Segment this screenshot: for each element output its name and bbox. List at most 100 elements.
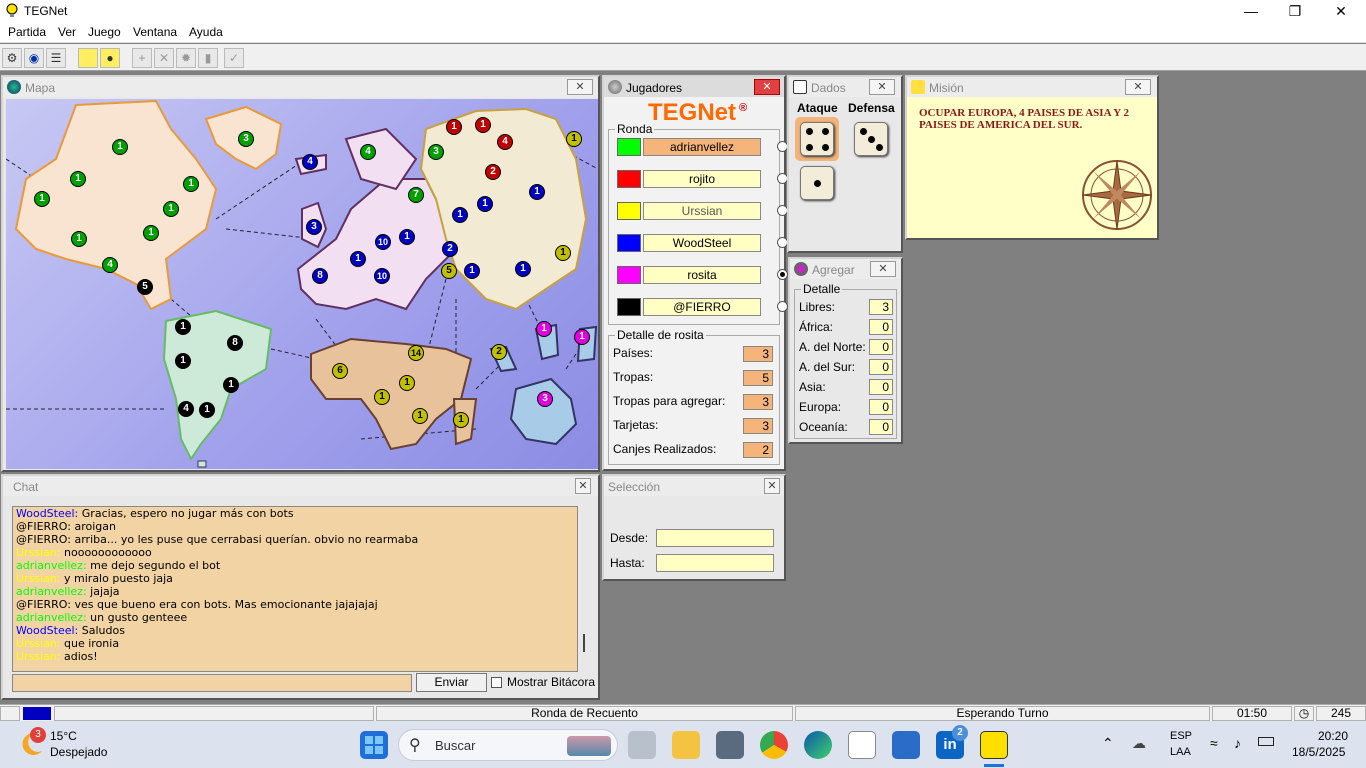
maximize-button[interactable]: ❐ <box>1272 0 1318 22</box>
add-window-titlebar[interactable]: Agregar ✕ <box>790 259 901 279</box>
connect-icon[interactable]: ⚙ <box>2 48 22 68</box>
army-marker[interactable]: 1 <box>374 389 390 405</box>
army-marker[interactable]: 10 <box>374 268 390 284</box>
army-marker[interactable]: 1 <box>143 225 159 241</box>
player-turn-radio[interactable] <box>777 301 788 312</box>
map-window-titlebar[interactable]: Mapa ✕ <box>3 77 598 97</box>
army-marker[interactable]: 1 <box>452 207 468 223</box>
chat-scrollbar[interactable] <box>583 634 585 652</box>
chrome-icon[interactable] <box>760 731 788 759</box>
map-close-button[interactable]: ✕ <box>567 79 593 95</box>
add-close-button[interactable]: ✕ <box>870 261 896 277</box>
army-marker[interactable]: 6 <box>332 363 348 379</box>
army-marker[interactable]: 4 <box>178 401 194 417</box>
menu-ayuda[interactable]: Ayuda <box>189 25 223 39</box>
show-log-checkbox[interactable] <box>491 677 502 688</box>
attack-icon[interactable]: ✕ <box>154 48 174 68</box>
card-icon[interactable] <box>78 48 98 68</box>
army-marker[interactable]: 10 <box>375 234 391 250</box>
lightbulb-icon[interactable]: ● <box>100 48 120 68</box>
army-marker[interactable]: 1 <box>515 261 531 277</box>
player-row[interactable]: Urssian <box>617 202 788 220</box>
player-turn-radio[interactable] <box>777 269 788 280</box>
linkedin-icon[interactable]: in 2 <box>936 725 968 759</box>
search-box[interactable]: ⚲ Buscar <box>398 729 618 761</box>
keyboard-layout[interactable]: LAA <box>1170 746 1191 758</box>
army-marker[interactable]: 1 <box>34 191 50 207</box>
player-row[interactable]: rojito <box>617 170 788 188</box>
army-marker[interactable]: 1 <box>71 231 87 247</box>
mission-window-titlebar[interactable]: Misión ✕ <box>907 77 1157 97</box>
army-marker[interactable]: 1 <box>477 196 493 212</box>
players-window-titlebar[interactable]: Jugadores ✕ <box>604 77 784 97</box>
task-view-icon[interactable] <box>628 731 656 759</box>
player-row[interactable]: adrianvellez <box>617 138 788 156</box>
chat-close-button[interactable]: ✕ <box>575 478 591 494</box>
menu-partida[interactable]: Partida <box>8 25 46 39</box>
army-marker[interactable]: 1 <box>453 412 469 428</box>
edge-icon[interactable] <box>804 731 832 759</box>
army-marker[interactable]: 1 <box>183 176 199 192</box>
selection-close-button[interactable]: ✕ <box>764 478 780 494</box>
army-marker[interactable]: 14 <box>408 345 424 361</box>
army-marker[interactable]: 1 <box>223 377 239 393</box>
list-icon[interactable]: ☰ <box>46 48 66 68</box>
army-marker[interactable]: 3 <box>306 219 322 235</box>
windows-start-icon[interactable] <box>360 731 388 759</box>
army-marker[interactable]: 1 <box>112 139 128 155</box>
army-marker[interactable]: 1 <box>163 201 179 217</box>
army-marker[interactable]: 1 <box>529 184 545 200</box>
army-marker[interactable]: 1 <box>199 402 215 418</box>
army-marker[interactable]: 1 <box>536 321 552 337</box>
army-marker[interactable]: 1 <box>446 119 462 135</box>
solitaire-icon[interactable] <box>848 731 876 759</box>
world-map[interactable]: 1 3 1 1 1 1 1 1 4 5 4 3 8 1 1 10 1 1 10 2 1 1 1 4 7 3 1 1 4 2 1 1 5 6 14 1 1… <box>6 99 598 469</box>
minimize-button[interactable]: — <box>1228 0 1274 22</box>
menu-juego[interactable]: Juego <box>88 25 121 39</box>
army-marker[interactable]: 8 <box>312 268 328 284</box>
send-button[interactable]: Enviar <box>416 673 487 692</box>
army-marker[interactable]: 1 <box>412 408 428 424</box>
chat-input[interactable] <box>12 674 412 692</box>
army-marker[interactable]: 5 <box>441 263 457 279</box>
army-marker[interactable]: 3 <box>537 391 553 407</box>
army-marker[interactable]: 4 <box>102 257 118 273</box>
to-field[interactable] <box>656 554 774 572</box>
clock-time[interactable]: 20:20 <box>1318 729 1348 743</box>
move-icon[interactable]: ✹ <box>176 48 196 68</box>
onedrive-icon[interactable]: ☁ <box>1132 735 1146 752</box>
globe-icon[interactable]: ◉ <box>24 48 44 68</box>
from-field[interactable] <box>656 529 774 547</box>
army-marker[interactable]: 1 <box>350 251 366 267</box>
army-marker[interactable]: 1 <box>555 245 571 261</box>
army-marker[interactable]: 1 <box>175 319 191 335</box>
army-marker[interactable]: 2 <box>485 164 501 180</box>
weather-moon-icon[interactable]: 3 <box>18 727 46 757</box>
notepad-icon[interactable] <box>892 731 920 759</box>
dice-close-button[interactable]: ✕ <box>869 79 895 95</box>
army-marker[interactable]: 1 <box>475 117 491 133</box>
army-marker[interactable]: 1 <box>464 263 480 279</box>
player-row[interactable]: @FIERRO <box>617 298 788 316</box>
army-marker[interactable]: 2 <box>442 241 458 257</box>
army-marker[interactable]: 1 <box>566 131 582 147</box>
file-explorer-icon[interactable] <box>672 731 700 759</box>
army-marker[interactable]: 5 <box>137 279 153 295</box>
language-code[interactable]: ESP <box>1170 730 1192 742</box>
army-marker[interactable]: 1 <box>175 353 191 369</box>
menu-ventana[interactable]: Ventana <box>133 25 177 39</box>
army-marker[interactable]: 1 <box>399 375 415 391</box>
army-marker[interactable]: 8 <box>227 335 243 351</box>
player-row[interactable]: WoodSteel <box>617 234 788 252</box>
player-row[interactable]: rosita <box>617 266 788 284</box>
army-marker[interactable]: 4 <box>302 154 318 170</box>
volume-icon[interactable]: ♪ <box>1234 735 1241 751</box>
calculator-icon[interactable] <box>716 731 744 759</box>
wifi-icon[interactable]: ≈ <box>1210 735 1218 751</box>
army-marker[interactable]: 1 <box>574 329 590 345</box>
add-army-icon[interactable]: + <box>132 48 152 68</box>
close-button[interactable]: ✕ <box>1318 0 1364 22</box>
army-marker[interactable]: 1 <box>70 171 86 187</box>
menu-ver[interactable]: Ver <box>58 25 76 39</box>
army-marker[interactable]: 7 <box>408 187 424 203</box>
